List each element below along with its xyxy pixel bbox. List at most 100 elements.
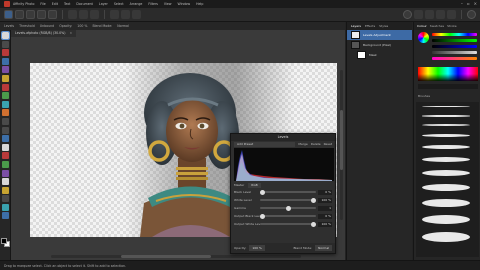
black-level-slider[interactable] <box>260 189 316 195</box>
brush-preset[interactable] <box>422 157 470 162</box>
brush-preset[interactable] <box>422 232 470 242</box>
brush-preset[interactable] <box>422 124 470 126</box>
brush-preset[interactable] <box>422 106 470 107</box>
menu-edit[interactable]: Edit <box>52 0 58 8</box>
slider-knob[interactable] <box>260 213 265 219</box>
context-blend-value[interactable]: Normal <box>117 24 129 28</box>
context-opacity-value[interactable]: 100 % <box>77 24 87 28</box>
menu-help[interactable]: Help <box>196 0 203 8</box>
document-tab[interactable]: Levels.afphoto (RGB/8) (30.0%) × <box>11 30 77 37</box>
hue-slider[interactable] <box>432 33 477 36</box>
gamma-slider[interactable] <box>260 205 316 211</box>
horizontal-scrollbar[interactable] <box>51 255 301 258</box>
output-black-value[interactable]: 0 % <box>318 213 332 219</box>
menu-app[interactable]: Affinity Photo <box>13 0 34 8</box>
paint-brush-tool-icon[interactable] <box>1 57 9 65</box>
maximize-icon[interactable]: ▫ <box>467 1 470 6</box>
menu-document[interactable]: Document <box>76 0 93 8</box>
tab-effects[interactable]: Effects <box>365 24 375 28</box>
red-eye-tool-icon[interactable] <box>1 152 9 160</box>
gradient-tool-icon[interactable] <box>1 135 9 143</box>
brush-preset[interactable] <box>422 170 470 176</box>
refine-icon[interactable] <box>132 10 141 19</box>
gamma-value[interactable]: 1 <box>318 205 332 211</box>
menu-arrange[interactable]: Arrange <box>130 0 143 8</box>
scrollbar-thumb[interactable] <box>340 110 343 170</box>
slider-knob[interactable] <box>311 197 316 203</box>
black-level-value[interactable]: 0 % <box>318 189 332 195</box>
preset-dropdown[interactable]: Add Preset <box>234 141 296 147</box>
tab-colour[interactable]: Colour <box>417 24 427 28</box>
smudge-tool-icon[interactable] <box>1 186 9 194</box>
levels-dialog-title[interactable]: Levels <box>231 134 335 141</box>
slider-knob[interactable] <box>285 205 291 211</box>
merge-button[interactable]: Merge <box>298 142 307 146</box>
healing-tool-icon[interactable] <box>1 109 9 117</box>
selection-brush-tool-icon[interactable] <box>1 66 9 74</box>
delete-button[interactable]: Delete <box>311 142 321 146</box>
brush-preset[interactable] <box>422 215 470 224</box>
blue-slider[interactable] <box>432 45 477 48</box>
erase-brush-tool-icon[interactable] <box>1 83 9 91</box>
flood-fill-tool-icon[interactable] <box>1 74 9 82</box>
opacity-slider[interactable] <box>432 51 477 54</box>
quick-mask-icon[interactable] <box>110 10 119 19</box>
output-black-slider[interactable] <box>260 213 316 219</box>
menu-file[interactable]: File <box>40 0 45 8</box>
brush-preset[interactable] <box>422 115 470 117</box>
brush-preset[interactable] <box>422 134 470 137</box>
output-white-value[interactable]: 100 % <box>318 221 332 227</box>
move-tool-icon[interactable] <box>0 31 10 40</box>
white-level-slider[interactable] <box>260 197 316 203</box>
develop-persona-icon[interactable] <box>26 10 35 19</box>
redo-icon[interactable] <box>90 10 99 19</box>
layer-row[interactable]: Background (Pixel) <box>347 40 412 50</box>
slider-knob[interactable] <box>311 221 316 227</box>
brush-preset[interactable] <box>422 199 470 207</box>
align-icon[interactable] <box>425 10 434 19</box>
context-label[interactable]: Threshold <box>19 24 35 28</box>
white-level-value[interactable]: 100 % <box>318 197 332 203</box>
channel-dropdown[interactable]: RGB <box>248 182 261 188</box>
brushes-label[interactable]: Brushes <box>418 94 430 98</box>
photo-persona-icon[interactable] <box>4 10 13 19</box>
pen-tool-icon[interactable] <box>1 160 9 168</box>
vertical-scrollbar[interactable] <box>340 70 343 220</box>
opacity-value[interactable]: 100 % <box>249 245 265 251</box>
undo-icon[interactable] <box>79 10 88 19</box>
crop-tool-icon[interactable] <box>1 143 9 151</box>
close-icon[interactable]: × <box>474 1 477 6</box>
slider-knob[interactable] <box>260 189 265 195</box>
close-tab-icon[interactable]: × <box>69 31 72 35</box>
brush-preset[interactable] <box>422 145 470 149</box>
shape-tool-icon[interactable] <box>1 169 9 177</box>
liquify-persona-icon[interactable] <box>15 10 24 19</box>
inpainting-tool-icon[interactable] <box>1 203 9 211</box>
assistant-icon[interactable] <box>403 10 412 19</box>
zoom-tool-icon[interactable] <box>1 212 9 220</box>
menu-filters[interactable]: Filters <box>148 0 158 8</box>
color-sliders[interactable] <box>432 33 477 63</box>
foreground-color-swatch[interactable] <box>1 238 7 244</box>
selection-mode-icon[interactable] <box>121 10 130 19</box>
color-wheel[interactable] <box>418 32 429 43</box>
layer-row[interactable]: Levels Adjustment <box>347 30 412 40</box>
user-avatar-icon[interactable] <box>467 10 476 19</box>
color-spectrum[interactable] <box>418 67 478 81</box>
snapping-icon[interactable] <box>436 10 445 19</box>
menu-view[interactable]: View <box>164 0 172 8</box>
tone-mapping-persona-icon[interactable] <box>37 10 46 19</box>
tab-stroke[interactable]: Stroke <box>447 24 457 28</box>
color-picker-tool-icon[interactable] <box>1 49 9 57</box>
export-persona-icon[interactable] <box>48 10 57 19</box>
output-white-slider[interactable] <box>260 221 316 227</box>
view-tool-icon[interactable] <box>1 40 9 48</box>
tab-styles[interactable]: Styles <box>379 24 388 28</box>
minimize-icon[interactable]: – <box>461 1 463 6</box>
color-swatches[interactable] <box>1 238 10 247</box>
menu-layer[interactable]: Layer <box>99 0 108 8</box>
layer-row[interactable]: Mask <box>347 50 412 60</box>
menu-window[interactable]: Window <box>178 0 191 8</box>
context-label[interactable]: Unbound <box>40 24 54 28</box>
menu-select[interactable]: Select <box>114 0 124 8</box>
